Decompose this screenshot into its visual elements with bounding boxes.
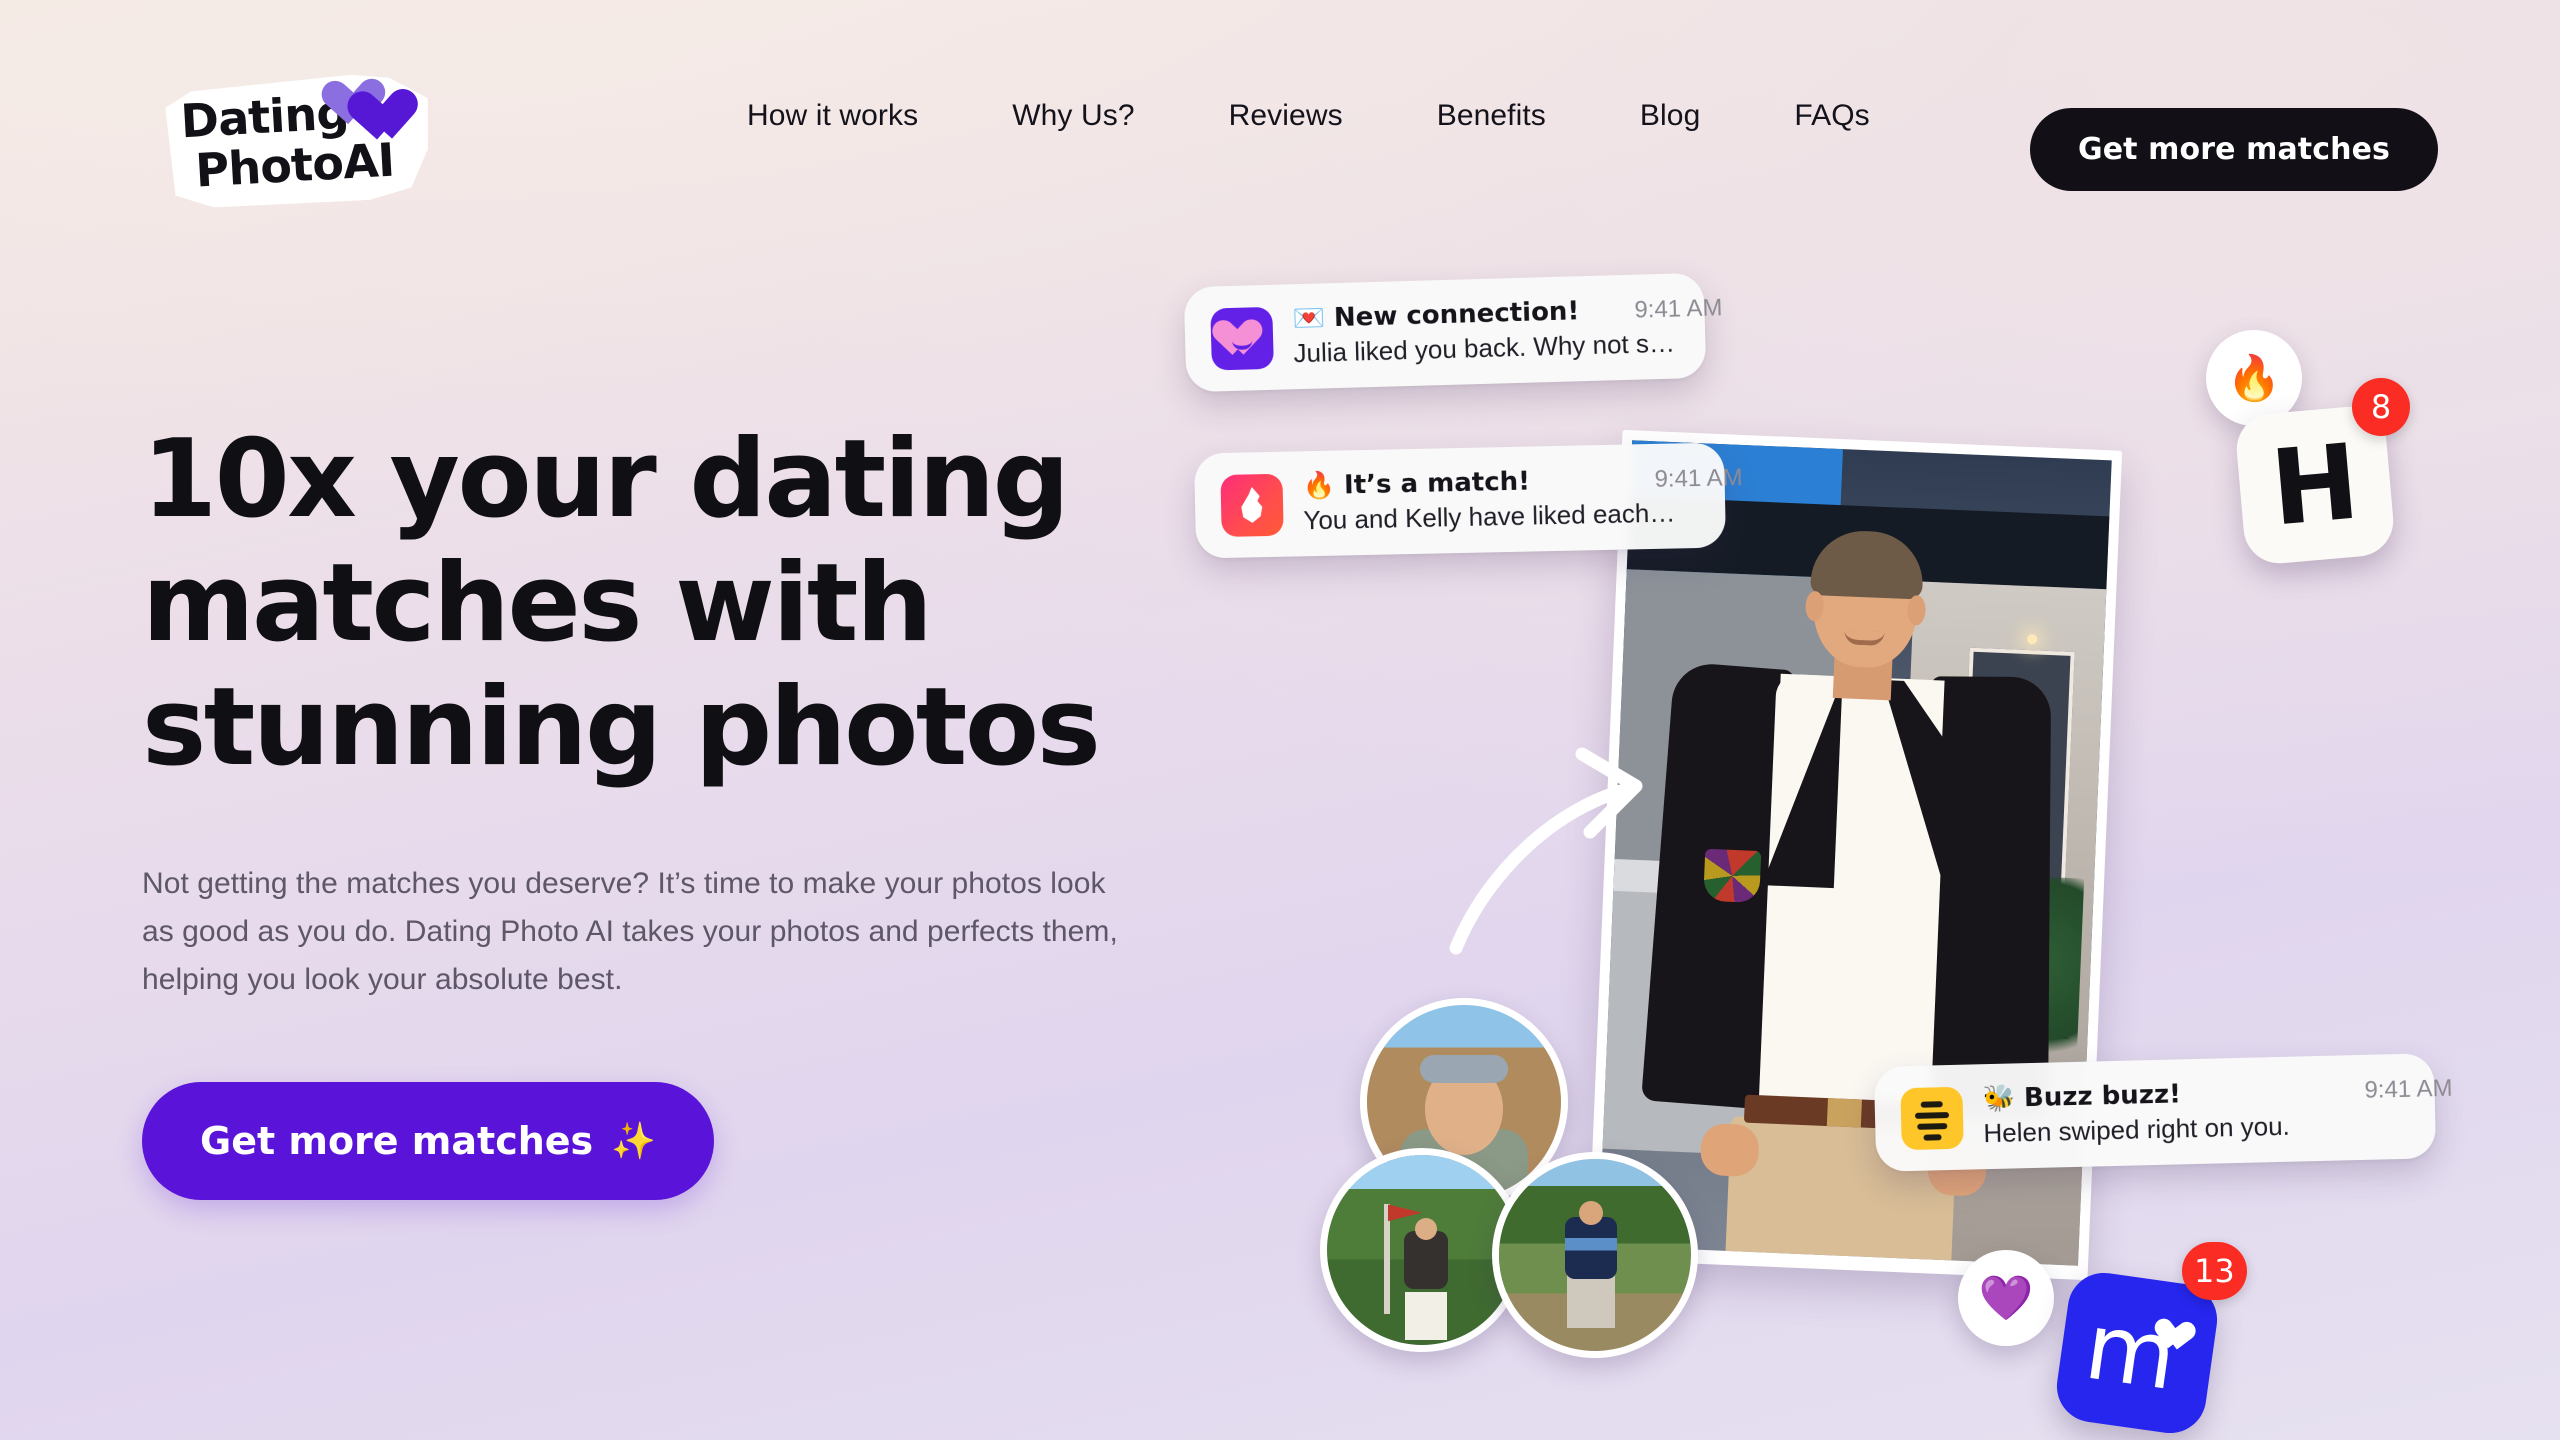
hero-cta-label: Get more matches bbox=[200, 1119, 594, 1163]
subject-belt-buckle bbox=[1826, 1097, 1862, 1128]
before-2-legs bbox=[1404, 1291, 1447, 1340]
nav-item-how-it-works[interactable]: How it works bbox=[700, 99, 965, 133]
bumble-app-icon bbox=[1900, 1086, 1964, 1150]
heart-icon-dark bbox=[359, 89, 420, 146]
notification-badoo-time: 9:41 AM bbox=[1634, 294, 1723, 324]
notification-tinder-time: 9:41 AM bbox=[1654, 464, 1743, 493]
bumble-hive-bar-3 bbox=[1917, 1122, 1948, 1130]
tinder-app-icon bbox=[1220, 473, 1284, 537]
logo[interactable]: Dating PhotoAI bbox=[159, 71, 434, 212]
hero-get-more-matches-button[interactable]: Get more matches ✨ bbox=[142, 1082, 715, 1200]
subject-collar-right bbox=[1900, 678, 1945, 737]
sparkles-icon: ✨ bbox=[611, 1121, 657, 1162]
nav-item-benefits[interactable]: Benefits bbox=[1390, 99, 1593, 133]
match-notification-count: 13 bbox=[2182, 1242, 2247, 1300]
purple-heart-emoji-badge: 💜 bbox=[1958, 1250, 2054, 1346]
notification-tinder-text: 🔥 It’s a match! 9:41 AM You and Kelly ha… bbox=[1302, 462, 1743, 536]
notification-badoo-body: Julia liked you back. Why not s… bbox=[1293, 327, 1676, 369]
notification-bumble-time: 9:41 AM bbox=[2364, 1074, 2453, 1104]
before-2-flagpole bbox=[1384, 1204, 1390, 1315]
match-heart-icon bbox=[2159, 1319, 2197, 1354]
before-photo-3-image bbox=[1499, 1159, 1691, 1351]
before-photo-2-image bbox=[1327, 1155, 1517, 1345]
main-navigation: How it works Why Us? Reviews Benefits Bl… bbox=[700, 0, 1917, 232]
before-photo-3 bbox=[1492, 1152, 1698, 1358]
hero-copy: 10x your dating matches with stunning ph… bbox=[142, 418, 1212, 1200]
bumble-hive-bar-4 bbox=[1923, 1133, 1942, 1141]
bumble-hive-bar-2 bbox=[1914, 1111, 1950, 1119]
before-2-torso bbox=[1403, 1231, 1448, 1289]
hero-visual: 💌 New connection! 9:41 AM Julia liked yo… bbox=[1183, 272, 2560, 1440]
subject-collar-left bbox=[1778, 673, 1823, 732]
nav-item-faqs[interactable]: FAQs bbox=[1747, 99, 1916, 133]
nav-item-blog[interactable]: Blog bbox=[1593, 99, 1747, 133]
flame-icon bbox=[1237, 487, 1268, 524]
before-2-head bbox=[1414, 1217, 1437, 1240]
header-get-more-matches-button[interactable]: Get more matches bbox=[2029, 108, 2438, 191]
bumble-hive-bar-1 bbox=[1920, 1100, 1943, 1108]
badoo-app-icon bbox=[1210, 306, 1274, 371]
before-3-head bbox=[1579, 1201, 1604, 1226]
before-1-bandana bbox=[1420, 1055, 1508, 1084]
notification-tinder-top: 🔥 It’s a match! 9:41 AM bbox=[1302, 462, 1743, 501]
before-3-legs bbox=[1567, 1274, 1616, 1329]
subject-hand-left bbox=[1699, 1122, 1760, 1177]
logo-hearts bbox=[323, 75, 424, 166]
curved-arrow-icon bbox=[1440, 720, 1690, 970]
notification-card-badoo[interactable]: 💌 New connection! 9:41 AM Julia liked yo… bbox=[1183, 272, 1723, 393]
notification-tinder-body: You and Kelly have liked each… bbox=[1303, 497, 1676, 536]
subject-ear-right bbox=[1906, 594, 1926, 626]
before-3-torso bbox=[1565, 1216, 1618, 1279]
notification-bumble-title: 🐝 Buzz buzz! bbox=[1982, 1079, 2182, 1115]
notification-badoo-title: 💌 New connection! bbox=[1292, 296, 1580, 335]
notification-bumble-text: 🐝 Buzz buzz! 9:41 AM Helen swiped right … bbox=[1982, 1073, 2453, 1149]
nav-item-why-us[interactable]: Why Us? bbox=[965, 99, 1181, 133]
notification-tinder-title: 🔥 It’s a match! bbox=[1302, 466, 1531, 502]
badoo-heart-icon bbox=[1221, 320, 1264, 359]
notification-bumble-body: Helen swiped right on you. bbox=[1983, 1110, 2291, 1149]
hinge-logo-letter: H bbox=[2266, 420, 2364, 550]
notification-card-bumble[interactable]: 🐝 Buzz buzz! 9:41 AM Helen swiped right … bbox=[1873, 1053, 2453, 1172]
hero-subheading: Not getting the matches you deserve? It’… bbox=[142, 867, 1118, 996]
notification-card-tinder[interactable]: 🔥 It’s a match! 9:41 AM You and Kelly ha… bbox=[1193, 442, 1743, 559]
nav-item-reviews[interactable]: Reviews bbox=[1182, 99, 1390, 133]
subject-pocket-square bbox=[1702, 848, 1762, 903]
site-header: Dating PhotoAI How it works Why Us? Revi… bbox=[0, 0, 2560, 232]
page-title: 10x your dating matches with stunning ph… bbox=[142, 417, 1101, 790]
hinge-notification-count: 8 bbox=[2352, 378, 2410, 436]
notification-badoo-text: 💌 New connection! 9:41 AM Julia liked yo… bbox=[1292, 292, 1724, 369]
